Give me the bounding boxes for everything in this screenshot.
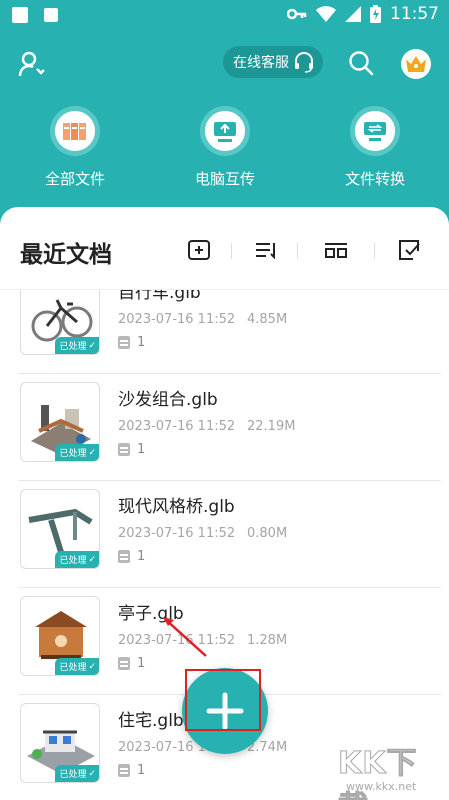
processed-badge: 已处理 ✓: [55, 765, 99, 782]
processed-badge: 已处理 ✓: [55, 337, 99, 354]
clock: 11:57: [390, 4, 439, 24]
wifi-icon: [316, 6, 336, 22]
page-count-icon: [118, 657, 130, 670]
convert-icon: [350, 106, 400, 156]
crown-icon: [406, 56, 426, 72]
notification-icon: [12, 7, 28, 23]
notification-icon: [44, 8, 58, 22]
watermark: KK下载 www.kkx.net: [332, 738, 442, 800]
all-files-label: 全部文件: [44, 170, 105, 188]
file-thumbnail: 已处理 ✓: [20, 703, 100, 783]
page-count: 1: [137, 549, 146, 564]
processed-badge: 已处理 ✓: [55, 658, 99, 675]
all-files-button[interactable]: 全部文件: [30, 106, 120, 189]
toolbar-divider: [374, 243, 375, 259]
file-size: 4.85M: [247, 312, 288, 327]
processed-badge: 已处理 ✓: [55, 444, 99, 461]
file-date: 2023-07-16 11:52: [118, 419, 236, 434]
file-name: 现代风格桥.glb: [118, 497, 235, 517]
page-count: 1: [137, 656, 146, 671]
file-date: 2023-07-16 11:52: [118, 312, 236, 327]
pc-transfer-icon: [200, 106, 250, 156]
folder-files-icon: [50, 106, 100, 156]
file-size: 0.80M: [247, 526, 288, 541]
status-bar: 11:57: [0, 0, 449, 30]
processed-badge: 已处理 ✓: [55, 551, 99, 568]
file-thumbnail: 已处理 ✓: [20, 290, 100, 355]
search-icon[interactable]: [348, 50, 374, 76]
file-convert-label: 文件转换: [344, 170, 405, 188]
vip-crown-button[interactable]: [401, 49, 431, 79]
page-count: 1: [137, 442, 146, 457]
page-count: 1: [137, 763, 146, 778]
file-thumbnail: 已处理 ✓: [20, 596, 100, 676]
recent-documents-title: 最近文档: [20, 242, 112, 268]
page-count-icon: [118, 443, 130, 456]
page-count-icon: [118, 764, 130, 777]
file-thumbnail: 已处理 ✓: [20, 489, 100, 569]
toolbar-divider: [297, 243, 298, 259]
page-count-icon: [118, 550, 130, 563]
view-mode-icon[interactable]: [323, 237, 349, 263]
sort-icon[interactable]: [253, 237, 279, 263]
file-name: 沙发组合.glb: [118, 390, 218, 410]
file-date: 2023-07-16 11:52: [118, 633, 236, 648]
file-size: 22.19M: [247, 419, 296, 434]
online-service-label: 在线客服: [233, 55, 289, 71]
signal-icon: [345, 6, 361, 22]
headset-icon: [295, 52, 313, 73]
battery-icon: [370, 5, 381, 23]
file-convert-button[interactable]: 文件转换: [330, 106, 420, 189]
multi-select-icon[interactable]: [396, 237, 422, 263]
page-count: 1: [137, 335, 146, 350]
pc-transfer-label: 电脑互传: [194, 170, 255, 188]
list-item[interactable]: 已处理 ✓ 自行车.glb 2023-07-16 11:52 4.85M 1: [0, 290, 449, 374]
toolbar-divider: [231, 243, 232, 259]
page-count-icon: [118, 336, 130, 349]
highlight-frame: [185, 669, 261, 731]
new-file-icon[interactable]: [186, 237, 212, 263]
file-name: 住宅.glb: [118, 711, 184, 731]
file-thumbnail: 已处理 ✓: [20, 382, 100, 462]
watermark-url: www.kkx.net: [346, 780, 417, 793]
key-icon: [287, 8, 307, 20]
pc-transfer-button[interactable]: 电脑互传: [180, 106, 270, 189]
online-service-button[interactable]: 在线客服: [223, 46, 323, 78]
file-date: 2023-07-16 11:52: [118, 526, 236, 541]
file-name: 自行车.glb: [118, 290, 201, 303]
user-icon[interactable]: [18, 50, 46, 78]
file-size: 1.28M: [247, 633, 288, 648]
file-name: 亭子.glb: [118, 604, 184, 624]
list-item[interactable]: 已处理 ✓ 沙发组合.glb 2023-07-16 11:52 22.19M 1: [0, 374, 449, 481]
list-item[interactable]: 已处理 ✓ 现代风格桥.glb 2023-07-16 11:52 0.80M 1: [0, 481, 449, 588]
